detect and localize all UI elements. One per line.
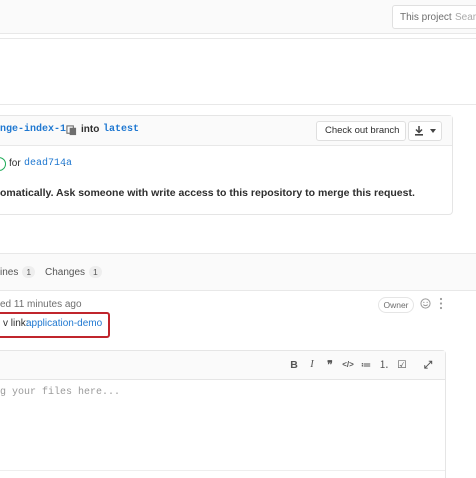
check-out-branch-label: Check out branch (325, 125, 400, 136)
editor-divider (0, 470, 445, 471)
tab-changes-count: 1 (89, 266, 102, 278)
more-actions-icon[interactable] (439, 297, 443, 310)
search-input[interactable]: Search (455, 12, 476, 23)
note-body-label: v link: (3, 318, 29, 329)
code-icon[interactable]: </> (340, 357, 356, 373)
markdown-toolbar: B I ❞ </> ≔ ⒈ ☑ ⤢ (0, 351, 445, 380)
highlighted-note-body: v link: application-demo (0, 312, 110, 338)
caret-down-icon (430, 129, 436, 133)
italic-icon[interactable]: I (304, 357, 320, 373)
comment-textarea[interactable]: g your files here... (0, 380, 445, 478)
smiley-icon[interactable] (420, 298, 431, 309)
merge-request-branch-header: nge-index-1 into latest Check out branch (0, 116, 452, 146)
search-field[interactable]: This project Search (392, 5, 476, 29)
download-dropdown-button[interactable] (408, 121, 442, 141)
owner-badge: Owner (378, 297, 414, 313)
comment-editor: B I ❞ </> ≔ ⒈ ☑ ⤢ g your files here... (0, 350, 446, 478)
merge-status-message: omatically. Ask someone with write acces… (0, 187, 415, 199)
target-branch-link[interactable]: latest (103, 124, 139, 135)
divider (0, 104, 476, 105)
bold-icon[interactable]: B (286, 357, 302, 373)
tab-pipelines-label: ines (0, 267, 19, 278)
copy-icon[interactable] (66, 125, 77, 136)
tab-changes[interactable]: Changes 1 (45, 266, 102, 278)
quote-icon[interactable]: ❞ (322, 357, 338, 373)
merge-request-tabs: ines 1 Changes 1 (0, 253, 476, 291)
check-out-branch-button[interactable]: Check out branch (316, 121, 406, 141)
tab-pipelines[interactable]: ines 1 (0, 266, 36, 278)
bullet-list-icon[interactable]: ≔ (358, 357, 374, 373)
download-icon (415, 126, 423, 136)
divider (0, 38, 476, 39)
task-list-icon[interactable]: ☑ (394, 357, 410, 373)
source-branch-link[interactable]: nge-index-1 (0, 124, 66, 135)
application-demo-link[interactable]: application-demo (26, 318, 102, 329)
note-timestamp: ed 11 minutes ago (0, 299, 82, 310)
divider (0, 145, 452, 146)
search-scope-label[interactable]: This project (400, 12, 452, 23)
comment-placeholder: g your files here... (0, 387, 121, 398)
into-label: into (81, 124, 100, 135)
tab-pipelines-count: 1 (22, 266, 36, 278)
pipeline-for-label: for (9, 158, 21, 169)
top-navbar: This project Search (0, 0, 476, 34)
numbered-list-icon[interactable]: ⒈ (376, 357, 392, 373)
fullscreen-icon[interactable]: ⤢ (420, 357, 436, 373)
tab-changes-label: Changes (45, 267, 86, 278)
pipeline-period: . (63, 158, 66, 169)
